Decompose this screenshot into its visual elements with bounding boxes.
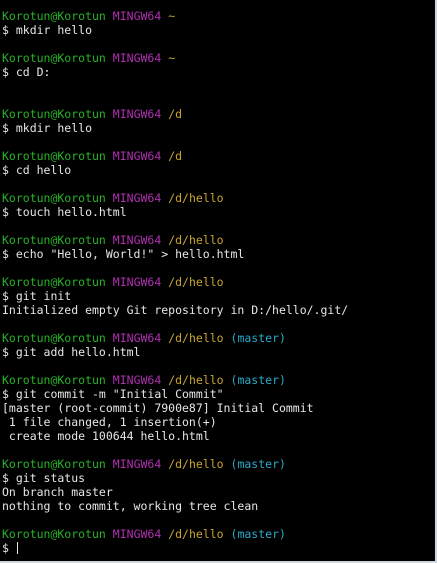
prompt-line: Korotun@Korotun MINGW64 /d [2, 149, 435, 163]
prompt-path: /d/hello [168, 275, 224, 289]
output-line: 1 file changed, 1 insertion(+) [2, 415, 217, 429]
prompt-host: MINGW64 [112, 9, 162, 23]
prompt-user: Korotun@Korotun [2, 233, 106, 247]
command-text: $ git add hello.html [2, 345, 141, 359]
prompt-user: Korotun@Korotun [2, 149, 106, 163]
prompt-host: MINGW64 [112, 373, 162, 387]
command-line: $ git init [2, 289, 435, 303]
prompt-branch: (master) [230, 331, 286, 345]
prompt-user: Korotun@Korotun [2, 191, 106, 205]
command-line: $ git status [2, 471, 435, 485]
command-text: $ git commit -m "Initial Commit" [2, 387, 224, 401]
command-line: $ mkdir hello [2, 23, 435, 37]
prompt-path: /d/hello [168, 373, 224, 387]
prompt-user: Korotun@Korotun [2, 457, 106, 471]
prompt-line: Korotun@Korotun MINGW64 /d/hello (master… [2, 331, 435, 345]
command-text: $ echo "Hello, World!" > hello.html [2, 247, 245, 261]
prompt-host: MINGW64 [112, 51, 162, 65]
prompt-line: Korotun@Korotun MINGW64 /d/hello (master… [2, 527, 435, 541]
prompt-branch: (master) [230, 457, 286, 471]
prompt-branch: (master) [230, 527, 286, 541]
command-text: $ git init [2, 289, 72, 303]
prompt-branch: (master) [230, 373, 286, 387]
prompt-user: Korotun@Korotun [2, 9, 106, 23]
command-text: $ cd hello [2, 163, 72, 177]
prompt-line: Korotun@Korotun MINGW64 /d [2, 107, 435, 121]
output-line: [master (root-commit) 7900e87] Initial C… [2, 401, 314, 415]
output-line: nothing to commit, working tree clean [2, 499, 259, 513]
prompt-user: Korotun@Korotun [2, 527, 106, 541]
command-line: $ echo "Hello, World!" > hello.html [2, 247, 435, 261]
prompt-line: Korotun@Korotun MINGW64 /d/hello [2, 233, 435, 247]
prompt-path: /d/hello [168, 457, 224, 471]
output-line: create mode 100644 hello.html [2, 429, 210, 443]
command-line: $ mkdir hello [2, 121, 435, 135]
prompt-path: /d/hello [168, 331, 224, 345]
command-line[interactable]: $ [2, 541, 435, 555]
command-text: $ mkdir hello [2, 23, 93, 37]
prompt-path: ~ [168, 51, 176, 65]
prompt-path: /d [168, 107, 183, 121]
command-text: $ git status [2, 471, 86, 485]
prompt-user: Korotun@Korotun [2, 331, 106, 345]
prompt-host: MINGW64 [112, 331, 162, 345]
command-line: $ cd D: [2, 65, 435, 79]
prompt-path: /d/hello [168, 527, 224, 541]
prompt-path: /d [168, 149, 183, 163]
output-line: Initialized empty Git repository in D:/h… [2, 303, 349, 317]
prompt-line: Korotun@Korotun MINGW64 /d/hello [2, 275, 435, 289]
prompt-host: MINGW64 [112, 149, 162, 163]
prompt-host: MINGW64 [112, 191, 162, 205]
text-cursor [16, 542, 18, 554]
command-line: $ git commit -m "Initial Commit" [2, 387, 435, 401]
prompt-host: MINGW64 [112, 275, 162, 289]
prompt-user: Korotun@Korotun [2, 275, 106, 289]
prompt-line: Korotun@Korotun MINGW64 /d/hello (master… [2, 457, 435, 471]
prompt-line: Korotun@Korotun MINGW64 /d/hello [2, 191, 435, 205]
prompt-path: /d/hello [168, 191, 224, 205]
command-line: $ cd hello [2, 163, 435, 177]
prompt-user: Korotun@Korotun [2, 373, 106, 387]
prompt-line: Korotun@Korotun MINGW64 ~ [2, 9, 435, 23]
output-line: On branch master [2, 485, 113, 499]
prompt-line: Korotun@Korotun MINGW64 ~ [2, 51, 435, 65]
command-text: $ mkdir hello [2, 121, 93, 135]
command-text: $ [2, 541, 16, 555]
prompt-host: MINGW64 [112, 457, 162, 471]
terminal-output: Korotun@Korotun MINGW64 ~ $ mkdir hello Ko… [2, 9, 435, 555]
prompt-line: Korotun@Korotun MINGW64 /d/hello (master… [2, 373, 435, 387]
terminal-window[interactable]: Korotun@Korotun MINGW64 ~ $ mkdir hello Ko… [0, 0, 437, 563]
prompt-path: /d/hello [168, 233, 224, 247]
command-text: $ touch hello.html [2, 205, 127, 219]
command-line: $ touch hello.html [2, 205, 435, 219]
command-text: $ cd D: [2, 65, 51, 79]
prompt-host: MINGW64 [112, 107, 162, 121]
prompt-host: MINGW64 [112, 233, 162, 247]
command-line: $ git add hello.html [2, 345, 435, 359]
prompt-user: Korotun@Korotun [2, 107, 106, 121]
prompt-path: ~ [168, 9, 176, 23]
prompt-user: Korotun@Korotun [2, 51, 106, 65]
prompt-host: MINGW64 [112, 527, 162, 541]
